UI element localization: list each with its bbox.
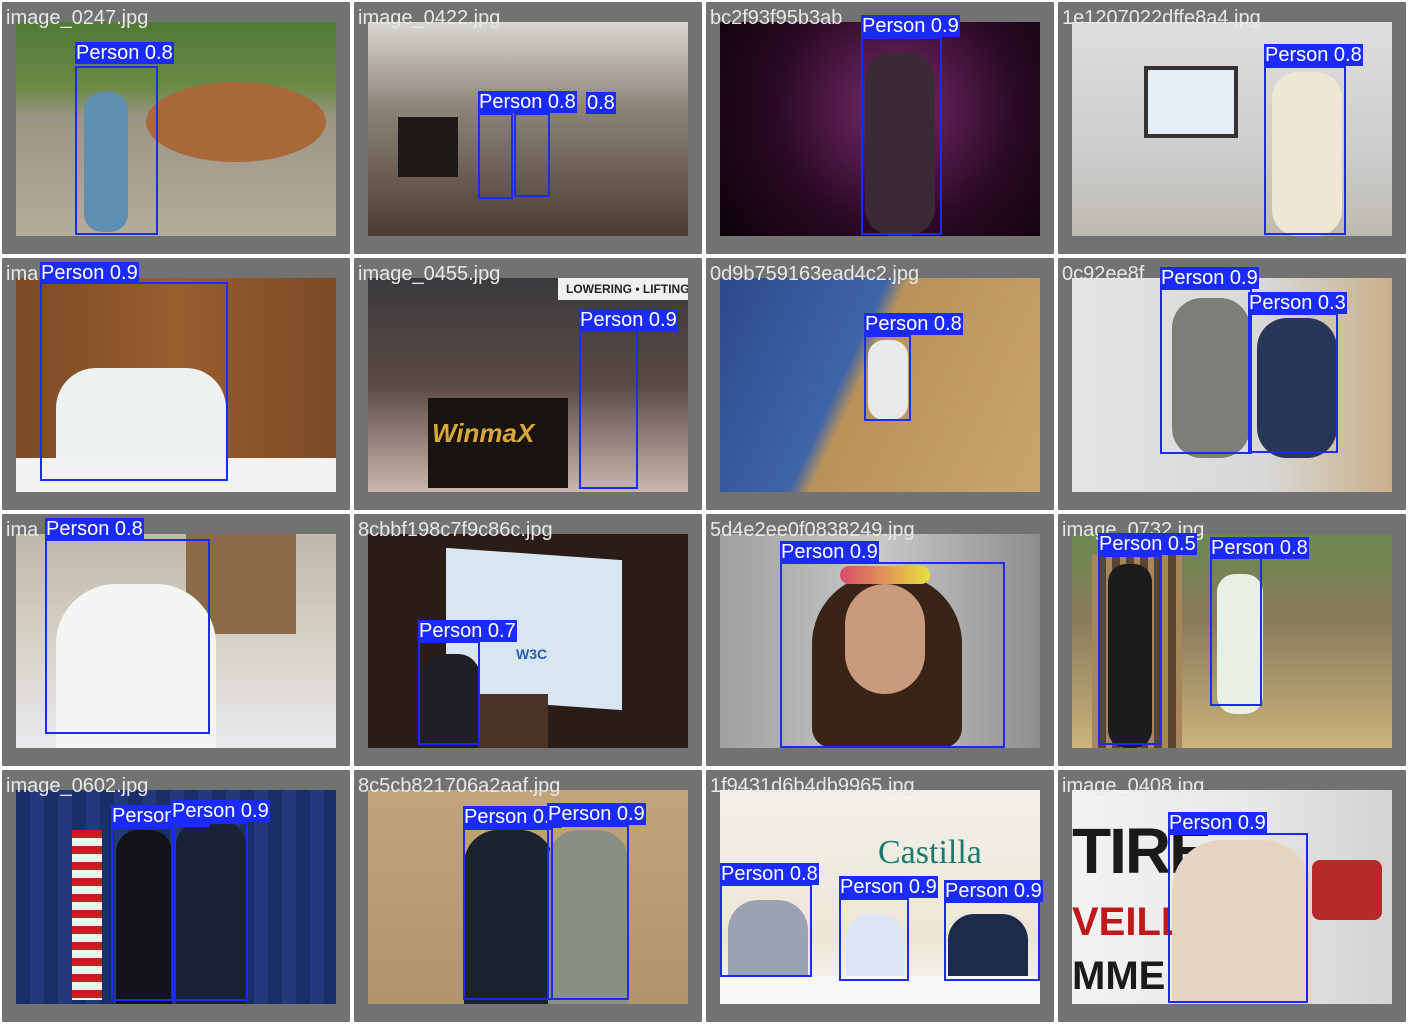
tile-1-label-1: Person 0.8 (75, 42, 174, 64)
tile-15-label-3: Person 0.9 (944, 880, 1043, 902)
tile-2: image_0422.jpg 0.8 Person 0.8 (354, 2, 702, 254)
tile-7-filename: 0d9b759163ead4c2.jpg (710, 263, 920, 285)
w3c-logo-text: W3C (516, 646, 548, 662)
tile-5: ima Person 0.9 (2, 258, 350, 510)
tile-9: ima Person 0.8 (2, 514, 350, 766)
tile-15: Castilla 1f9431d6b4db9965.jpg Person 0.8… (706, 770, 1054, 1022)
mme-sign-text: MME (1072, 954, 1166, 998)
fireplace-shape (398, 117, 458, 177)
tile-8-box-2 (1248, 313, 1338, 453)
microphones-shape (1312, 860, 1382, 920)
tile-9-filename: ima (6, 519, 39, 541)
tile-11: 5d4e2ee0f0838249.jpg Person 0.9 (706, 514, 1054, 766)
tile-4: 1e1207022dffe8a4.jpg Person 0.8 (1058, 2, 1406, 254)
tile-7-label-1: Person 0.8 (864, 313, 963, 335)
tile-10-box-1 (418, 641, 480, 745)
tile-2-box-2 (514, 113, 550, 197)
tile-2-filename: image_0422.jpg (358, 7, 501, 29)
us-flag-shape (72, 830, 102, 1000)
tile-2-label-2: 0.8 (586, 92, 616, 114)
tile-12: image_0732.jpg Person 0.5 Person 0.8 (1058, 514, 1406, 766)
tile-2-box-1 (478, 113, 513, 199)
tile-6: LOWERING • LIFTING WinmaX image_0455.jpg… (354, 258, 702, 510)
tile-11-filename: 5d4e2ee0f0838249.jpg (710, 519, 915, 541)
tile-3-box-1 (861, 37, 942, 235)
tile-14: 8c5cb821706a2aaf.jpg Person 0.9 Person 0… (354, 770, 702, 1022)
tile-3-filename: bc2f93f95b3ab (710, 7, 843, 29)
tile-6-label-1: Person 0.9 (579, 309, 678, 331)
tile-13: image_0602.jpg Person 0.9 Person 0.9 (2, 770, 350, 1022)
deer-shape (146, 82, 326, 162)
screen-shape (1144, 66, 1238, 138)
tile-7-box-1 (864, 335, 911, 421)
tile-11-box-1 (780, 562, 1005, 748)
tile-8-label-2: Person 0.3 (1248, 292, 1347, 314)
tile-16-box-1 (1168, 833, 1308, 1003)
tile-9-box-1 (45, 539, 210, 734)
tile-3: bc2f93f95b3ab Person 0.9 (706, 2, 1054, 254)
tile-11-label-1: Person 0.9 (780, 541, 879, 563)
tile-15-label-1: Person 0.8 (720, 863, 819, 885)
tile-10-photo: W3C (368, 534, 688, 748)
tile-13-box-1 (111, 827, 176, 1001)
tile-16: TIRE VEILL MME image_0408.jpg Person 0.9 (1058, 770, 1406, 1022)
tile-2-label-1: Person 0.8 (478, 91, 577, 113)
tile-14-box-2 (547, 825, 629, 1000)
tile-4-box-1 (1264, 66, 1346, 235)
tile-6-filename: image_0455.jpg (358, 263, 501, 285)
tile-15-filename: 1f9431d6b4db9965.jpg (710, 775, 915, 797)
tile-16-filename: image_0408.jpg (1062, 775, 1205, 797)
tile-8-box-1 (1160, 288, 1252, 454)
tile-12-box-2 (1210, 555, 1262, 706)
tile-13-filename: image_0602.jpg (6, 775, 149, 797)
tile-1: image_0247.jpg Person 0.8 (2, 2, 350, 254)
tile-13-label-2: Person 0.9 (171, 800, 270, 822)
tile-12-box-1 (1098, 555, 1161, 745)
tile-15-box-3 (944, 901, 1040, 981)
tile-1-photo (16, 22, 336, 236)
tile-7: 0d9b759163ead4c2.jpg Person 0.8 (706, 258, 1054, 510)
tile-15-label-2: Person 0.9 (839, 876, 938, 898)
winmax-sign-text: WinmaX (432, 418, 535, 448)
tile-10-label-1: Person 0.7 (418, 620, 517, 642)
tile-4-filename: 1e1207022dffe8a4.jpg (1062, 7, 1261, 29)
lowering-banner-text: LOWERING • LIFTING (566, 282, 688, 296)
tile-14-box-1 (463, 828, 553, 1000)
tile-14-label-2: Person 0.9 (547, 803, 646, 825)
tile-13-box-2 (171, 822, 248, 1001)
tile-1-filename: image_0247.jpg (6, 7, 149, 29)
tile-8-label-1: Person 0.9 (1160, 267, 1259, 289)
tile-6-box-1 (579, 329, 638, 489)
castilla-sign-text: Castilla (878, 834, 982, 871)
tile-10-filename: 8cbbf198c7f9c86c.jpg (358, 519, 553, 541)
tile-15-box-2 (839, 898, 909, 981)
tile-3-label-1: Person 0.9 (861, 15, 960, 37)
tile-8: 0c92ee8f Person 0.9 Person 0.3 (1058, 258, 1406, 510)
tile-10: W3C 8cbbf198c7f9c86c.jpg Person 0.7 (354, 514, 702, 766)
tile-9-label-1: Person 0.8 (45, 518, 144, 540)
tile-4-label-1: Person 0.8 (1264, 44, 1363, 66)
tile-15-box-1 (720, 884, 812, 977)
tile-5-box-1 (40, 282, 228, 481)
tile-12-label-1: Person 0.5 (1098, 533, 1197, 555)
tile-12-label-2: Person 0.8 (1210, 537, 1309, 559)
tile-5-filename: ima (6, 263, 39, 285)
tile-1-box-1 (75, 66, 158, 235)
tile-14-filename: 8c5cb821706a2aaf.jpg (358, 775, 561, 797)
tile-8-filename: 0c92ee8f (1062, 263, 1145, 285)
tile-5-label-1: Person 0.9 (40, 262, 139, 284)
podium-shape (478, 694, 548, 748)
tile-16-label-1: Person 0.9 (1168, 812, 1267, 834)
